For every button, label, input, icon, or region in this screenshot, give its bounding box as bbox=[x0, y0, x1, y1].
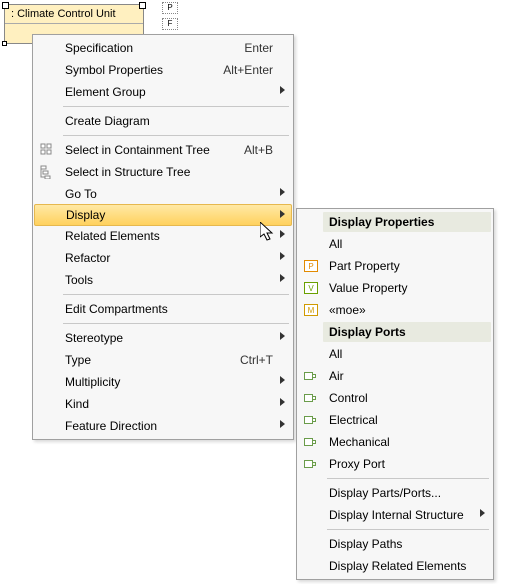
submenu-item-display-internal-structure[interactable]: Display Internal Structure bbox=[299, 504, 491, 526]
svg-text:V: V bbox=[308, 284, 314, 293]
menu-item-stereotype[interactable]: Stereotype bbox=[35, 327, 291, 349]
moe-icon: M bbox=[299, 304, 323, 316]
submenu-item-display-paths[interactable]: Display Paths bbox=[299, 533, 491, 555]
submenu-item-control[interactable]: Control bbox=[299, 387, 491, 409]
menu-item-go-to[interactable]: Go To bbox=[35, 183, 291, 205]
submenu-arrow-icon bbox=[280, 188, 285, 196]
submenu-item-display-parts-ports[interactable]: Display Parts/Ports... bbox=[299, 482, 491, 504]
menu-item-create-diagram[interactable]: Create Diagram bbox=[35, 110, 291, 132]
structure-tree-icon bbox=[35, 165, 59, 179]
menu-item-select-in-structure-tree[interactable]: Select in Structure Tree bbox=[35, 161, 291, 183]
menu-separator bbox=[63, 323, 289, 324]
svg-text:P: P bbox=[308, 262, 313, 271]
menu-item-symbol-properties[interactable]: Symbol Properties Alt+Enter bbox=[35, 59, 291, 81]
menu-item-element-group[interactable]: Element Group bbox=[35, 81, 291, 103]
submenu-header-display-ports: Display Ports bbox=[299, 321, 491, 343]
menu-separator bbox=[63, 294, 289, 295]
menu-item-display[interactable]: Display bbox=[34, 204, 292, 226]
submenu-item-part-property[interactable]: P Part Property bbox=[299, 255, 491, 277]
port-icon: P bbox=[162, 2, 178, 14]
menu-separator bbox=[327, 478, 489, 479]
menu-item-select-in-containment-tree[interactable]: Select in Containment Tree Alt+B bbox=[35, 139, 291, 161]
submenu-item-electrical[interactable]: Electrical bbox=[299, 409, 491, 431]
submenu-arrow-icon bbox=[480, 509, 485, 517]
context-menu: Specification Enter Symbol Properties Al… bbox=[32, 34, 294, 440]
menu-item-edit-compartments[interactable]: Edit Compartments bbox=[35, 298, 291, 320]
submenu-item-proxy-port[interactable]: Proxy Port bbox=[299, 453, 491, 475]
submenu-item-value-property[interactable]: V Value Property bbox=[299, 277, 491, 299]
display-submenu: Display Properties All P Part Property V… bbox=[296, 208, 494, 580]
diagram-part-label: : Climate Control Unit bbox=[5, 5, 143, 24]
menu-item-tools[interactable]: Tools bbox=[35, 269, 291, 291]
port-icon bbox=[299, 392, 323, 404]
menu-item-related-elements[interactable]: Related Elements bbox=[35, 225, 291, 247]
menu-item-feature-direction[interactable]: Feature Direction bbox=[35, 415, 291, 437]
submenu-arrow-icon bbox=[280, 252, 285, 260]
submenu-arrow-icon bbox=[280, 398, 285, 406]
menu-item-type[interactable]: Type Ctrl+T bbox=[35, 349, 291, 371]
submenu-item-air[interactable]: Air bbox=[299, 365, 491, 387]
part-property-icon: P bbox=[299, 260, 323, 272]
proxy-port-icon bbox=[299, 458, 323, 470]
submenu-item-all-ports[interactable]: All bbox=[299, 343, 491, 365]
submenu-item-mechanical[interactable]: Mechanical bbox=[299, 431, 491, 453]
submenu-item-display-related-elements[interactable]: Display Related Elements bbox=[299, 555, 491, 577]
svg-text:M: M bbox=[308, 306, 315, 315]
menu-separator bbox=[63, 106, 289, 107]
port-icon bbox=[299, 436, 323, 448]
submenu-arrow-icon bbox=[280, 274, 285, 282]
value-property-icon: V bbox=[299, 282, 323, 294]
port-icon bbox=[299, 414, 323, 426]
submenu-arrow-icon bbox=[280, 86, 285, 94]
menu-item-refactor[interactable]: Refactor bbox=[35, 247, 291, 269]
menu-item-multiplicity[interactable]: Multiplicity bbox=[35, 371, 291, 393]
submenu-header-display-properties: Display Properties bbox=[299, 211, 491, 233]
port-icon bbox=[299, 370, 323, 382]
submenu-arrow-icon bbox=[280, 210, 285, 218]
submenu-arrow-icon bbox=[280, 332, 285, 340]
menu-separator bbox=[327, 529, 489, 530]
submenu-arrow-icon bbox=[280, 376, 285, 384]
submenu-arrow-icon bbox=[280, 230, 285, 238]
submenu-item-moe[interactable]: M «moe» bbox=[299, 299, 491, 321]
menu-item-kind[interactable]: Kind bbox=[35, 393, 291, 415]
containment-tree-icon bbox=[35, 143, 59, 157]
menu-separator bbox=[63, 135, 289, 136]
submenu-arrow-icon bbox=[280, 420, 285, 428]
menu-item-specification[interactable]: Specification Enter bbox=[35, 37, 291, 59]
submenu-item-all-properties[interactable]: All bbox=[299, 233, 491, 255]
port-icon: F bbox=[162, 18, 178, 30]
